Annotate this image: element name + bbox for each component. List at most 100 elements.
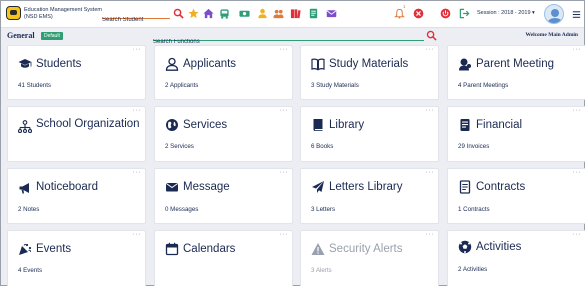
card-subtitle: 4 Events — [18, 267, 43, 274]
calendar-icon — [165, 242, 179, 256]
search-icon[interactable] — [171, 6, 185, 20]
star-icon[interactable] — [186, 6, 200, 20]
more-options-icon[interactable]: ··· — [573, 231, 582, 238]
parent-meeting-card[interactable]: ··· Parent Meeting 4 Parent Meetings — [447, 45, 585, 100]
services-card[interactable]: ··· Services 2 Services — [154, 106, 293, 162]
card-title: Message — [183, 181, 230, 193]
contract-icon — [458, 180, 472, 194]
more-options-icon[interactable]: ··· — [280, 231, 289, 238]
app-name: Education Management System (NSD EMS) — [24, 7, 102, 20]
card-title: Noticeboard — [36, 181, 99, 193]
activities-card[interactable]: ··· Activities 2 Activities — [447, 230, 585, 286]
card-title: Parent Meeting — [476, 58, 554, 70]
card-subtitle: 29 Invoices — [458, 143, 490, 150]
graduation-cap-icon — [18, 57, 32, 71]
more-options-icon[interactable]: ··· — [280, 46, 289, 53]
open-book-icon — [311, 57, 325, 71]
invoice-icon — [458, 118, 472, 132]
card-title: Letters Library — [329, 181, 403, 193]
session-selector[interactable]: Session : 2018 - 2019 ▾ — [477, 10, 535, 16]
user-group-icon[interactable] — [271, 6, 285, 20]
card-title: Security Alerts — [329, 243, 403, 255]
function-search — [153, 30, 424, 47]
card-subtitle: 2 Applicants — [165, 82, 199, 89]
org-chart-icon — [17, 120, 33, 134]
letters-library-card[interactable]: ··· Letters Library 3 Letters — [300, 168, 439, 224]
card-subtitle: 3 Study Materials — [311, 82, 359, 89]
close-circle-icon[interactable] — [411, 6, 425, 20]
library-card[interactable]: ··· Library 6 Books — [300, 106, 439, 162]
card-title: Financial — [476, 119, 523, 131]
users-icon[interactable] — [255, 6, 269, 20]
money-icon[interactable] — [237, 6, 251, 20]
more-options-icon[interactable]: ··· — [133, 231, 142, 238]
card-subtitle: 41 Students — [18, 82, 52, 89]
top-bar: Education Management System (NSD EMS) 1 — [1, 1, 584, 28]
default-badge: Default — [41, 32, 63, 40]
mail-icon[interactable] — [324, 6, 338, 20]
more-options-icon[interactable]: ··· — [426, 169, 435, 176]
parent-meeting-icon — [458, 57, 472, 71]
megaphone-icon — [18, 181, 32, 195]
more-options-icon[interactable]: ··· — [133, 46, 142, 53]
card-title: Services — [183, 119, 228, 131]
study-materials-card[interactable]: ··· Study Materials 3 Study Materials — [300, 45, 439, 100]
logout-icon[interactable] — [457, 6, 471, 20]
more-options-icon[interactable]: ··· — [280, 107, 289, 114]
more-options-icon[interactable]: ··· — [426, 46, 435, 53]
search-icon[interactable] — [426, 30, 437, 41]
warning-icon — [311, 242, 325, 256]
user-outline-icon — [165, 57, 179, 71]
contracts-card[interactable]: ··· Contracts 1 Contracts — [447, 168, 585, 224]
card-subtitle: 2 Activities — [458, 266, 488, 273]
student-search-input[interactable] — [102, 15, 170, 25]
page-title: General — [7, 31, 35, 40]
card-title: Students — [36, 58, 82, 70]
card-title: School Organization — [36, 118, 140, 130]
more-options-icon[interactable]: ··· — [573, 46, 582, 53]
card-subtitle: 3 Alerts — [311, 267, 332, 274]
card-title: Applicants — [183, 58, 237, 70]
security-alerts-card[interactable]: ··· Security Alerts 3 Alerts — [300, 230, 439, 286]
function-grid: ··· Students 41 Students ··· Applicants … — [7, 45, 585, 286]
financial-card[interactable]: ··· Financial 29 Invoices — [447, 106, 585, 162]
card-subtitle: 2 Services — [165, 143, 194, 150]
card-subtitle: 4 Parent Meetings — [458, 82, 509, 89]
noticeboard-card[interactable]: ··· Noticeboard 2 Notes — [7, 168, 146, 224]
more-options-icon[interactable]: ··· — [426, 107, 435, 114]
more-options-icon[interactable]: ··· — [573, 107, 582, 114]
calendars-card[interactable]: ··· Calendars — [154, 230, 293, 286]
soccer-ball-icon — [458, 240, 472, 254]
card-title: Activities — [476, 241, 522, 253]
school-organization-card[interactable]: ··· School Organization — [7, 106, 146, 162]
app-logo[interactable] — [6, 6, 21, 20]
more-options-icon[interactable]: ··· — [133, 169, 142, 176]
more-options-icon[interactable]: ··· — [280, 169, 289, 176]
card-subtitle: 1 Contracts — [458, 206, 490, 213]
avatar[interactable] — [544, 4, 564, 24]
card-subtitle: 0 Messages — [165, 206, 199, 213]
bus-icon[interactable] — [217, 6, 231, 20]
menu-icon[interactable] — [569, 7, 583, 21]
home-icon[interactable] — [201, 6, 215, 20]
power-icon[interactable] — [438, 6, 452, 20]
report-icon[interactable] — [306, 6, 320, 20]
envelope-icon — [165, 180, 179, 194]
books-icon[interactable] — [288, 6, 302, 20]
card-title: Library — [329, 119, 365, 131]
more-options-icon[interactable]: ··· — [426, 231, 435, 238]
notification-count: 1 — [403, 4, 406, 9]
student-search — [102, 8, 170, 25]
globe-icon — [165, 118, 179, 132]
more-options-icon[interactable]: ··· — [133, 107, 142, 114]
students-card[interactable]: ··· Students 41 Students — [7, 45, 146, 100]
card-subtitle: 3 Letters — [311, 206, 336, 213]
card-title: Calendars — [183, 243, 236, 255]
card-title: Study Materials — [329, 58, 409, 70]
card-subtitle: 6 Books — [311, 143, 334, 150]
message-card[interactable]: ··· Message 0 Messages — [154, 168, 293, 224]
card-title: Contracts — [476, 181, 526, 193]
events-card[interactable]: ··· Events 4 Events — [7, 230, 146, 286]
applicants-card[interactable]: ··· Applicants 2 Applicants — [154, 45, 293, 100]
more-options-icon[interactable]: ··· — [573, 169, 582, 176]
